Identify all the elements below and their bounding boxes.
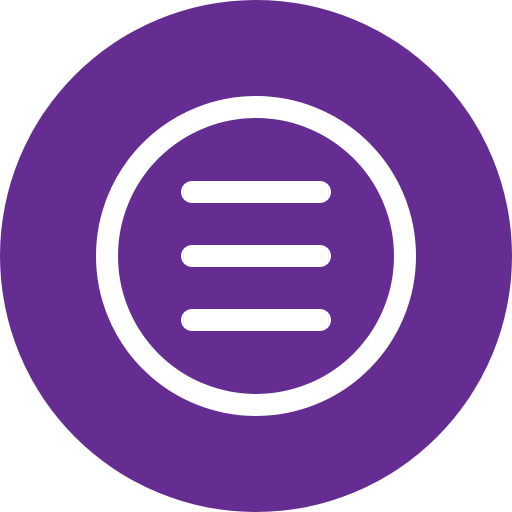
menu-icon-container[interactable] [0, 0, 512, 512]
hamburger-menu-icon[interactable] [0, 0, 512, 512]
